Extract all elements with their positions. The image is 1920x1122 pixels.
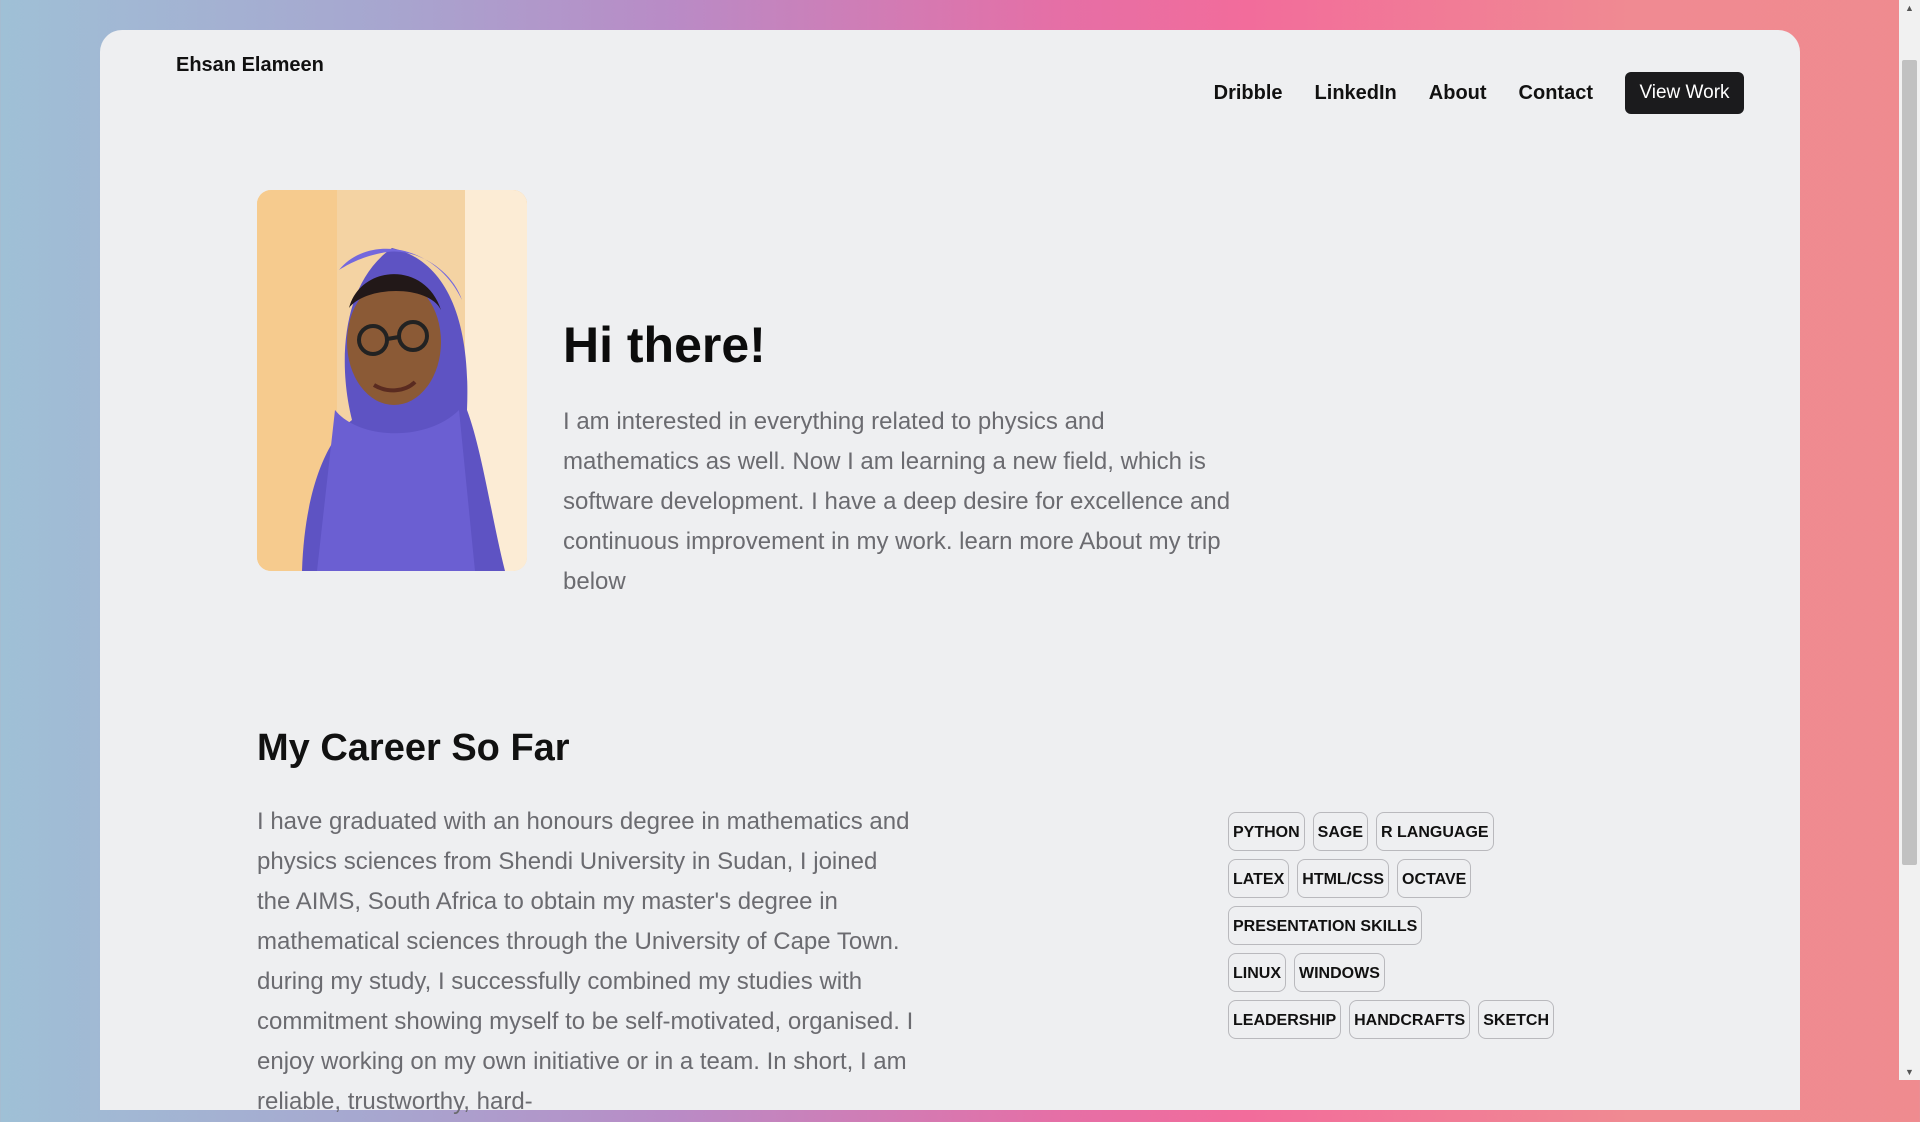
skill-tag-presentation-skills: PRESENTATION SKILLS	[1228, 906, 1423, 945]
skills-row: LEADERSHIP HANDCRAFTS SKETCH	[1228, 1000, 1562, 1039]
skill-tag-r-language: R LANGUAGE	[1376, 812, 1494, 851]
skill-tag-sage: SAGE	[1312, 812, 1369, 851]
skill-tag-python: PYTHON	[1228, 812, 1305, 851]
skills-row: LATEX HTML/CSS OCTAVE	[1228, 859, 1562, 898]
site-brand[interactable]: Ehsan Elameen	[176, 54, 324, 77]
view-work-button[interactable]: View Work	[1625, 72, 1744, 114]
skills-tags: PYTHON SAGE R LANGUAGE LATEX HTML/CSS OC…	[1228, 812, 1562, 1047]
profile-portrait-illustration	[257, 190, 527, 571]
skill-tag-html-css: HTML/CSS	[1297, 859, 1390, 898]
nav-link-dribble[interactable]: Dribble	[1214, 82, 1283, 105]
skill-tag-sketch: SKETCH	[1478, 1000, 1555, 1039]
skill-tag-latex: LATEX	[1228, 859, 1290, 898]
profile-photo	[257, 190, 527, 571]
skills-row: PYTHON SAGE R LANGUAGE	[1228, 812, 1562, 851]
main-nav: Dribble LinkedIn About Contact View Work	[1214, 72, 1744, 114]
hero-description: I am interested in everything related to…	[563, 408, 1231, 595]
skill-tag-windows: WINDOWS	[1294, 953, 1385, 992]
skills-row: LINUX WINDOWS	[1228, 953, 1562, 992]
scrollbar[interactable]: ▲ ▼	[1899, 0, 1920, 1080]
nav-link-linkedin[interactable]: LinkedIn	[1315, 82, 1397, 105]
page-container: Ehsan Elameen Dribble LinkedIn About Con…	[100, 30, 1800, 1115]
career-description: I have graduated with an honours degree …	[257, 808, 914, 1115]
nav-link-contact[interactable]: Contact	[1519, 82, 1593, 105]
career-title: My Career So Far	[257, 727, 570, 769]
skill-tag-octave: OCTAVE	[1397, 859, 1472, 898]
skill-tag-handcrafts: HANDCRAFTS	[1349, 1000, 1471, 1039]
hero-title: Hi there!	[563, 317, 766, 373]
nav-link-about[interactable]: About	[1429, 82, 1487, 105]
scroll-down-arrow-icon[interactable]: ▼	[1899, 1064, 1920, 1080]
scroll-up-arrow-icon[interactable]: ▲	[1899, 0, 1920, 16]
scrollbar-thumb[interactable]	[1902, 60, 1917, 865]
skill-tag-leadership: LEADERSHIP	[1228, 1000, 1342, 1039]
skills-row: PRESENTATION SKILLS	[1228, 906, 1562, 945]
skill-tag-linux: LINUX	[1228, 953, 1286, 992]
